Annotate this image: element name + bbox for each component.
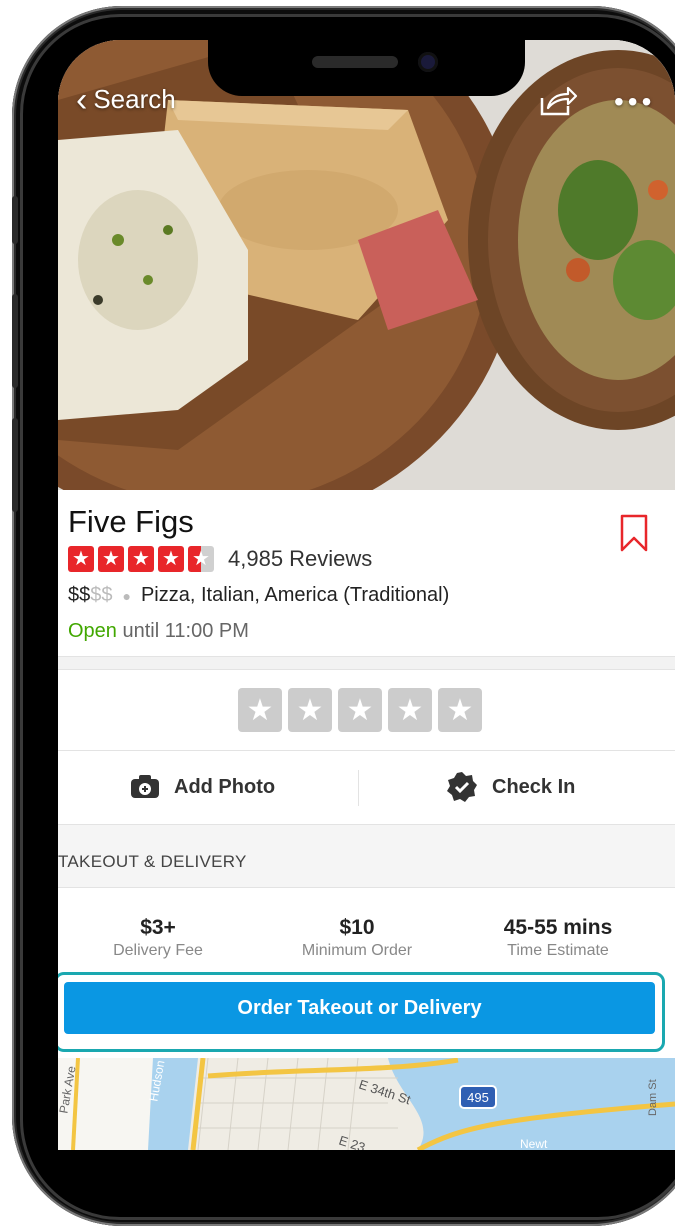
camera-icon: [131, 775, 159, 798]
check-in-label: Check In: [492, 775, 576, 798]
price-level: $$: [68, 584, 91, 606]
stat-label: Minimum Order: [301, 942, 413, 959]
categories: Pizza, Italian, America (Traditional): [140, 584, 450, 606]
rate-business-stars[interactable]: ★ ★ ★ ★ ★: [238, 688, 482, 732]
business-info: Five Figs ★ ★ ★ ★ ★ 4,985 Reviews $$ $$ ●…: [58, 490, 675, 656]
rate-star-icon[interactable]: ★: [238, 688, 282, 732]
map-illustration: 495 Park Ave Hudson E 34th St E 23 Newt …: [58, 1058, 675, 1150]
back-label: Search: [93, 84, 176, 114]
more-options-icon[interactable]: •••: [614, 86, 655, 118]
back-button[interactable]: ‹ Search: [76, 80, 176, 119]
map-label: 495: [467, 1090, 489, 1105]
takeout-section-title: TAKEOUT & DELIVERY: [58, 852, 247, 871]
separator-dot: ●: [122, 587, 131, 604]
rate-star-icon[interactable]: ★: [388, 688, 432, 732]
map-label: Dam St: [647, 1079, 659, 1116]
star-icon: ★: [158, 546, 184, 572]
phone-screen: ‹ Search ••• Five Figs ★ ★ ★ ★ ★ 4,985 R…: [58, 40, 675, 1150]
business-name: Five Figs: [68, 504, 194, 539]
star-icon: ★: [98, 546, 124, 572]
check-in-button[interactable]: Check In: [446, 762, 575, 812]
open-status: Open: [68, 620, 117, 642]
volume-down-button: [12, 418, 18, 512]
stat-label: Time Estimate: [507, 942, 609, 959]
stat-label: Delivery Fee: [113, 942, 203, 959]
notch: [208, 40, 525, 96]
divider: [58, 750, 675, 751]
hours-text: until 11:00 PM: [122, 620, 249, 642]
rate-star-icon[interactable]: ★: [338, 688, 382, 732]
stat-value: 45-55 mins: [503, 916, 613, 939]
time-estimate-stat: 45-55 mins Time Estimate: [486, 916, 630, 960]
half-star-icon: ★: [188, 546, 214, 572]
front-camera: [418, 52, 438, 72]
section-divider: [58, 656, 675, 670]
share-icon[interactable]: [538, 84, 578, 123]
price-level-inactive: $$: [90, 584, 113, 606]
volume-up-button: [12, 294, 18, 388]
minimum-order-stat: $10 Minimum Order: [286, 916, 428, 960]
bookmark-icon[interactable]: [620, 514, 648, 557]
map-label: Newt: [520, 1137, 548, 1150]
star-icon: ★: [68, 546, 94, 572]
mute-switch: [12, 196, 18, 244]
stat-value: $10: [339, 916, 375, 939]
speaker-grille: [312, 56, 398, 68]
stat-value: $3+: [140, 916, 176, 939]
order-takeout-delivery-button[interactable]: Order Takeout or Delivery: [64, 982, 655, 1034]
location-map[interactable]: 495 Park Ave Hudson E 34th St E 23 Newt …: [58, 1058, 675, 1150]
rating-row[interactable]: ★ ★ ★ ★ ★ 4,985 Reviews: [68, 546, 372, 572]
business-photo[interactable]: ‹ Search •••: [58, 40, 675, 490]
order-button-highlight: Order Takeout or Delivery: [58, 972, 665, 1052]
star-icon: ★: [128, 546, 154, 572]
chevron-left-icon: ‹: [76, 80, 88, 119]
delivery-fee-stat: $3+ Delivery Fee: [100, 916, 216, 960]
vertical-divider: [358, 770, 359, 806]
review-count: 4,985 Reviews: [228, 546, 373, 571]
add-photo-button[interactable]: Add Photo: [130, 762, 275, 812]
add-photo-label: Add Photo: [174, 775, 276, 798]
price-category-row: $$ $$ ● Pizza, Italian, America (Traditio…: [68, 584, 449, 607]
rate-star-icon[interactable]: ★: [438, 688, 482, 732]
hours: Open until 11:00 PM: [68, 620, 249, 643]
rate-star-icon[interactable]: ★: [288, 688, 332, 732]
check-in-badge-icon: [447, 772, 477, 802]
